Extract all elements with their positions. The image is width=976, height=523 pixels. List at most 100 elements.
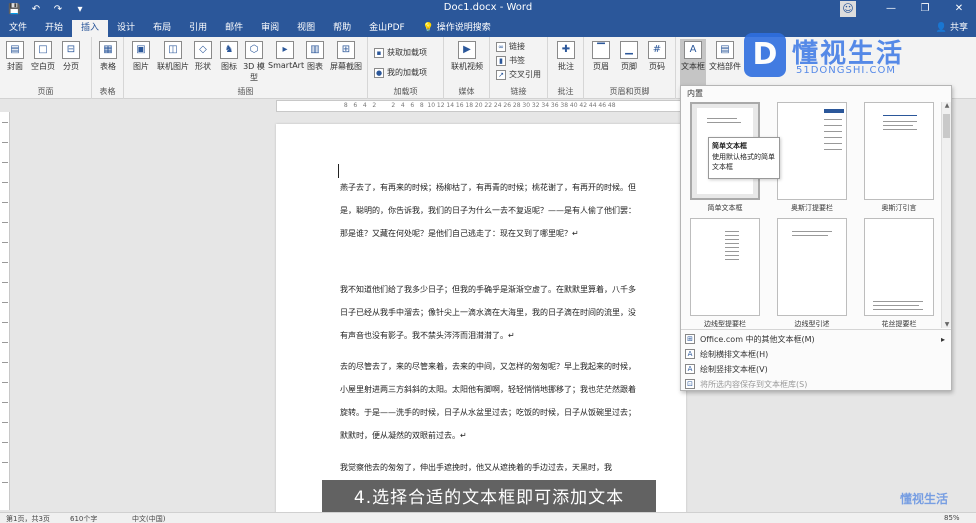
gallery-label-sideline-quote: 边线型引述 [794,320,830,328]
picture-button[interactable]: ▣ 图片 [130,41,152,72]
account-avatar-icon[interactable]: ☺ [840,1,856,17]
save-icon[interactable]: 💾 [8,4,20,15]
menu-more-textboxes[interactable]: ⊞ Office.com 中的其他文本框(M) ▸ [681,332,951,346]
menu-save-label: 将所选内容保存到文本框库(S) [700,379,808,389]
tab-home[interactable]: 开始 [36,20,72,37]
paragraph-2[interactable]: 我不知道他们给了我多少日子；但我的手确乎是渐渐空虚了。在默默里算着，八千多日子已… [340,278,640,347]
ruler-tick: 16 [455,102,464,109]
link-button[interactable]: ∞ 链接 [496,41,525,52]
customize-qat-icon[interactable]: ▾ [74,4,86,15]
footer-icon: ▁ [620,41,638,59]
parts-label: 文档部件 [709,62,741,71]
screenshot-button[interactable]: ⊞ 屏幕截图 [328,41,364,72]
group-media: ▶ 联机视频 媒体 [444,37,490,99]
comment-button[interactable]: ✚ 批注 [555,41,577,72]
online-picture-button[interactable]: ◫ 联机图片 [156,41,190,72]
share-label: 共享 [949,23,968,33]
tab-mailings[interactable]: 邮件 [216,20,252,37]
ruler-tick: 8 [419,102,424,109]
tab-review[interactable]: 审阅 [252,20,288,37]
share-button[interactable]: 👤 共享 [936,20,968,33]
comment-label: 批注 [558,62,574,71]
online-video-button[interactable]: ▶ 联机视频 [449,41,485,72]
cross-reference-icon: ↗ [496,69,506,80]
scroll-down-icon[interactable]: ▼ [942,321,952,328]
menu-draw-horizontal-textbox[interactable]: A 绘制横排文本框(H) [681,347,951,361]
get-addins-button[interactable]: ▪ 获取加载项 [374,47,427,58]
video-subtitle: 4.选择合适的文本框即可添加文本 [322,480,656,516]
ruler-tick: 32 [531,102,540,109]
links-group-label: 链接 [510,87,527,96]
cover-page-button[interactable]: ▤ 封面 [4,41,26,72]
scroll-up-icon[interactable]: ▲ [942,102,952,109]
page-number-button[interactable]: # 页码 [646,41,668,72]
document-page[interactable]: 燕子去了，有再来的时候；杨柳枯了，有再青的时候；桃花谢了，有再开的时候。但是，聪… [276,124,686,514]
tab-view[interactable]: 视图 [288,20,324,37]
table-button[interactable]: ▦ 表格 [97,41,119,72]
vertical-ruler[interactable] [0,112,10,510]
illustrations-group-label: 插图 [237,87,254,96]
icons-button[interactable]: ♞ 图标 [218,41,240,72]
lightbulb-icon: 💡 [422,23,437,33]
gallery-label-austin-quote: 奥斯汀引言 [881,204,917,212]
header-button[interactable]: ▔ 页眉 [590,41,612,72]
ruler-tick: 8 [343,102,348,109]
status-words[interactable]: 610个字 [70,514,97,523]
gallery-item-sideline-sidebar[interactable] [690,218,760,316]
ruler-tick: 30 [522,102,531,109]
tell-me-search[interactable]: 💡 操作说明搜索 [414,20,500,37]
horizontal-ruler[interactable]: 8 6 4 2 2 4 6 8 10 12 14 16 18 20 22 24 26 28 30 32 34 36 38 40… [276,100,686,112]
page-break-button[interactable]: ⊟ 分页 [60,41,82,72]
gallery-scrollbar[interactable]: ▲ ▼ [941,102,951,328]
menu-draw-vertical-textbox[interactable]: A 绘制竖排文本框(V) [681,362,951,376]
restore-button[interactable]: ❐ [908,0,942,18]
gallery-item-austin-sidebar[interactable] [777,102,847,200]
close-button[interactable]: ✕ [942,0,976,18]
gallery-item-filigree-sidebar[interactable] [864,218,934,316]
blank-label: 空白页 [31,62,55,71]
3d-models-button[interactable]: ⬡ 3D 模型 [242,41,266,83]
redo-icon[interactable]: ↷ [52,4,64,15]
tab-kingsoft-pdf[interactable]: 金山PDF [360,20,414,37]
paragraph-3[interactable]: 去的尽管去了，来的尽管来着，去来的中间，又怎样的匆匆呢？早上我起来的时候，小屋里… [340,355,640,447]
menu-save-to-gallery[interactable]: ⊡ 将所选内容保存到文本框库(S) [681,377,951,391]
page-number-icon: # [648,41,666,59]
my-addins-button[interactable]: ● 我的加载项 [374,67,427,78]
shapes-button[interactable]: ◇ 形状 [192,41,214,72]
cross-reference-button[interactable]: ↗ 交叉引用 [496,69,541,80]
tab-insert[interactable]: 插入 [72,20,109,37]
status-page[interactable]: 第1页，共3页 [6,514,50,523]
person-icon: 👤 [935,23,948,33]
chart-label: 图表 [307,62,323,71]
gallery-item-austin-quote[interactable] [864,102,934,200]
chart-button[interactable]: ▥ 图表 [304,41,326,72]
quick-parts-button[interactable]: ▤ 文档部件 [708,41,742,72]
blank-page-button[interactable]: □ 空白页 [30,41,56,72]
minimize-button[interactable]: — [874,0,908,18]
status-language[interactable]: 中文(中国) [132,514,165,523]
addins-group-label: 加载项 [393,87,418,96]
paragraph-1[interactable]: 燕子去了，有再来的时候；杨柳枯了，有再青的时候；桃花谢了，有再开的时候。但是，聪… [340,176,640,245]
window-controls: — ❐ ✕ [874,0,976,18]
tab-file[interactable]: 文件 [0,20,36,37]
menu-more-label: Office.com 中的其他文本框(M) [700,334,815,344]
tab-help[interactable]: 帮助 [324,20,360,37]
status-zoom[interactable]: 85% [944,514,960,522]
undo-icon[interactable]: ↶ [30,4,42,15]
logo-mark-icon: D [744,33,786,77]
gallery-item-sideline-quote[interactable] [777,218,847,316]
tab-layout[interactable]: 布局 [144,20,180,37]
page-break-icon: ⊟ [62,41,80,59]
tab-references[interactable]: 引用 [180,20,216,37]
tooltip-description: 使用默认格式的简单文本框 [712,153,775,171]
bookmark-button[interactable]: ▮ 书签 [496,55,525,66]
paragraph-4[interactable]: 我觉察他去的匆匆了，伸出手遮挽时，他又从遮挽着的手边过去，天黑时，我 [340,456,640,479]
cover-label: 封面 [7,62,23,71]
ruler-tick: 6 [410,102,415,109]
textbox-button[interactable]: A 文本框 [680,39,706,85]
scroll-thumb[interactable] [943,114,950,138]
footer-button[interactable]: ▁ 页脚 [618,41,640,72]
group-tables: ▦ 表格 表格 [92,37,124,99]
smartart-button[interactable]: ▸ SmartArt [268,41,304,70]
tab-design[interactable]: 设计 [108,20,144,37]
